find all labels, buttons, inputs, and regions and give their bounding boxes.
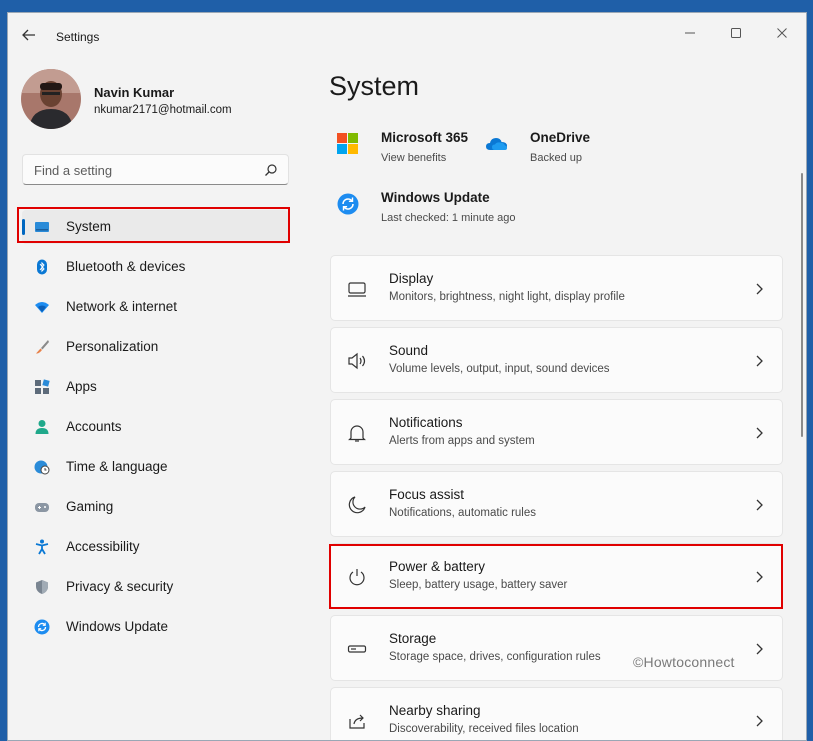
sidebar-item-network[interactable]: Network & internet	[22, 290, 288, 324]
sidebar-item-label: Windows Update	[66, 619, 169, 634]
back-arrow-icon[interactable]	[20, 26, 38, 44]
update-icon	[337, 193, 359, 215]
highlight-box-system	[17, 207, 290, 243]
quick-link-title: OneDrive	[530, 130, 591, 145]
share-icon	[349, 714, 365, 729]
sidebar-item-label: Time & language	[66, 459, 168, 474]
accessibility-icon	[35, 539, 49, 555]
sidebar-item-label: Privacy & security	[66, 579, 174, 594]
chevron-right-icon	[756, 283, 763, 295]
drive-icon	[347, 645, 367, 653]
card-title: Display	[389, 271, 434, 286]
sidebar-item-label: Accounts	[66, 419, 122, 434]
sidebar-item-gaming[interactable]: Gaming	[22, 490, 288, 524]
card-title: Storage	[389, 631, 437, 646]
sidebar-item-windows-update[interactable]: Windows Update	[22, 610, 288, 644]
sidebar-item-apps[interactable]: Apps	[22, 370, 288, 404]
page-title: System	[329, 71, 420, 101]
monitor-icon	[348, 282, 366, 297]
person-icon	[35, 420, 49, 434]
title-bar: Settings	[8, 13, 806, 53]
user-name: Navin Kumar	[94, 85, 175, 100]
sidebar-item-personalization[interactable]: Personalization	[22, 330, 288, 364]
maximize-button[interactable]	[716, 19, 756, 47]
card-subtitle: Storage space, drives, configuration rul…	[389, 651, 601, 663]
card-display[interactable]: Display Monitors, brightness, night ligh…	[330, 255, 783, 321]
microsoft-logo-icon	[337, 133, 358, 154]
card-sound[interactable]: Sound Volume levels, output, input, soun…	[330, 327, 783, 393]
card-title: Focus assist	[389, 487, 465, 502]
close-button[interactable]	[762, 19, 802, 47]
user-email: nkumar2171@hotmail.com	[94, 104, 232, 116]
sidebar-item-label: Accessibility	[66, 539, 140, 554]
settings-window: Settings Navin Kumar nkumar2171@hotmail.…	[7, 12, 807, 741]
brush-icon	[36, 340, 49, 354]
minimize-button[interactable]	[670, 19, 710, 47]
quick-link-subtitle: View benefits	[381, 152, 447, 164]
card-storage[interactable]: Storage Storage space, drives, configura…	[330, 615, 783, 681]
card-title: Nearby sharing	[389, 703, 481, 718]
search-icon	[265, 164, 277, 176]
card-subtitle: Volume levels, output, input, sound devi…	[389, 363, 610, 375]
close-icon	[777, 28, 787, 38]
speaker-icon	[348, 352, 366, 370]
card-notifications[interactable]: Notifications Alerts from apps and syste…	[330, 399, 783, 465]
sidebar-item-label: Network & internet	[66, 299, 178, 314]
sidebar-item-label: Bluetooth & devices	[66, 259, 186, 274]
card-title: Sound	[389, 343, 429, 358]
minimize-icon	[685, 32, 695, 34]
watermark: ©Howtoconnect	[633, 654, 735, 670]
search-placeholder: Find a setting	[34, 163, 113, 178]
clock-globe-icon	[34, 460, 50, 475]
card-subtitle: Alerts from apps and system	[389, 435, 535, 447]
search-input[interactable]: Find a setting	[22, 154, 289, 185]
quick-link-title: Windows Update	[381, 190, 490, 205]
chevron-right-icon	[756, 355, 763, 367]
card-title: Notifications	[389, 415, 463, 430]
sidebar-item-label: Personalization	[66, 339, 159, 354]
sidebar-item-label: Apps	[66, 379, 97, 394]
quick-link-subtitle: Last checked: 1 minute ago	[381, 212, 516, 224]
quick-link-title: Microsoft 365	[381, 130, 469, 145]
card-subtitle: Discoverability, received files location	[389, 723, 579, 735]
card-nearby-sharing[interactable]: Nearby sharing Discoverability, received…	[330, 687, 783, 740]
card-subtitle: Notifications, automatic rules	[389, 507, 537, 519]
sidebar-item-accounts[interactable]: Accounts	[22, 410, 288, 444]
card-focus-assist[interactable]: Focus assist Notifications, automatic ru…	[330, 471, 783, 537]
moon-icon	[348, 496, 366, 514]
chevron-right-icon	[756, 643, 763, 655]
scrollbar[interactable]	[801, 173, 803, 437]
quick-link-subtitle: Backed up	[530, 152, 582, 164]
quick-link-windows-update[interactable]: Windows Update Last checked: 1 minute ag…	[337, 190, 537, 234]
quick-link-microsoft-365[interactable]: Microsoft 365 View benefits	[337, 130, 468, 174]
sidebar-item-bluetooth[interactable]: Bluetooth & devices	[22, 250, 288, 284]
highlight-box-power	[329, 544, 783, 609]
app-title: Settings	[56, 30, 100, 44]
wifi-icon	[35, 302, 49, 313]
sidebar-item-label: Gaming	[66, 499, 114, 514]
apps-icon	[35, 379, 50, 394]
bluetooth-icon	[37, 259, 47, 275]
maximize-icon	[731, 28, 741, 38]
avatar[interactable]	[21, 69, 81, 129]
update-icon	[34, 619, 50, 635]
quick-link-onedrive[interactable]: OneDrive Backed up	[486, 130, 596, 174]
chevron-right-icon	[756, 715, 763, 727]
sidebar-item-accessibility[interactable]: Accessibility	[22, 530, 288, 564]
card-subtitle: Monitors, brightness, night light, displ…	[389, 291, 625, 303]
cloud-icon	[486, 138, 507, 150]
bell-icon	[348, 425, 366, 442]
gamepad-icon	[35, 503, 49, 512]
sidebar-item-privacy[interactable]: Privacy & security	[22, 570, 288, 604]
chevron-right-icon	[756, 427, 763, 439]
chevron-right-icon	[756, 499, 763, 511]
shield-icon	[36, 580, 48, 594]
sidebar-item-time-language[interactable]: Time & language	[22, 450, 288, 484]
